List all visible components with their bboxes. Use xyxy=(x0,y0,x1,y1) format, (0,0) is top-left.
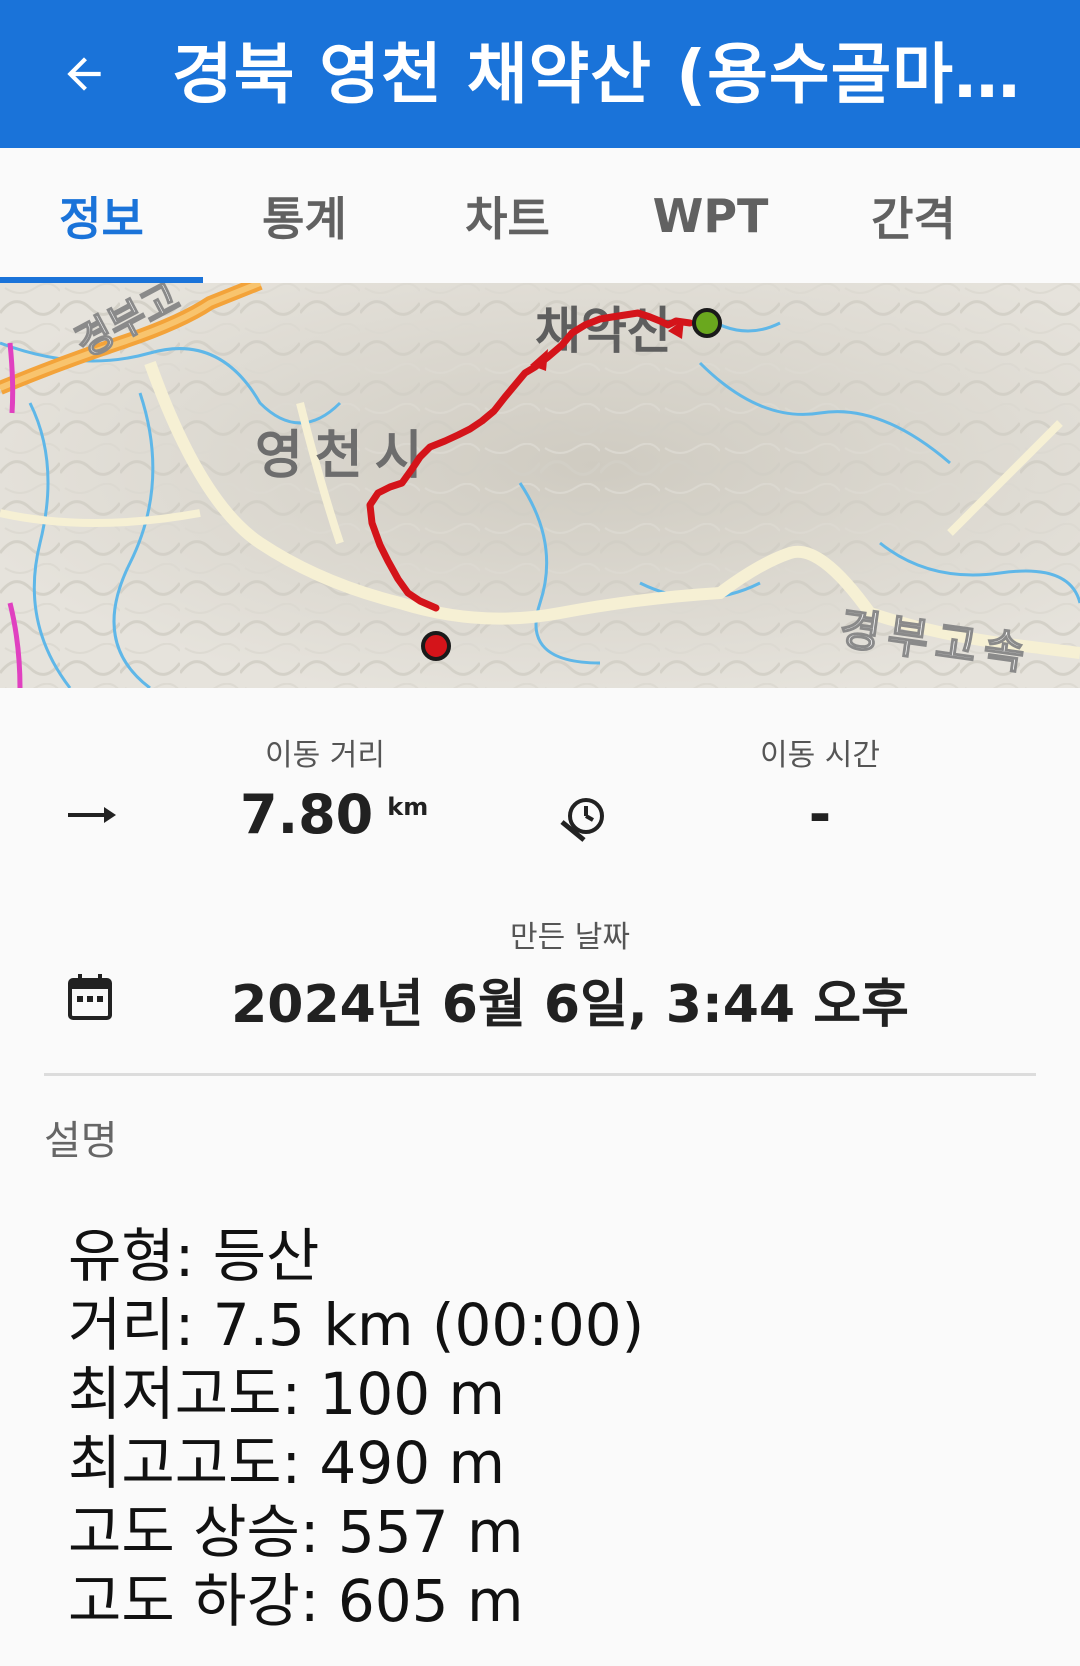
calendar-icon xyxy=(64,970,116,1024)
tab-chart[interactable]: 차트 xyxy=(406,148,609,283)
description-line-max-elevation: 최고고도: 490 m xyxy=(68,1429,506,1497)
moving-time-value: - xyxy=(808,783,832,846)
tab-bar: 정보 통계 차트 WPT 간격 xyxy=(0,148,1080,283)
back-button[interactable] xyxy=(44,34,124,114)
moving-time-label: 이동 시간 xyxy=(760,738,880,773)
description-line-type: 유형: 등산 xyxy=(68,1222,320,1290)
arrow-left-icon xyxy=(67,57,101,91)
distance-number: 7.80 xyxy=(240,783,374,846)
distance-value: 7.80 km xyxy=(240,783,500,846)
timer-icon xyxy=(556,790,612,846)
map-canvas: 경부고 영천시 채약산 경부고속 xyxy=(0,283,1080,688)
tab-info[interactable]: 정보 xyxy=(0,148,203,283)
tab-stats[interactable]: 통계 xyxy=(203,148,406,283)
description-line-min-elevation: 최저고도: 100 m xyxy=(68,1360,506,1428)
description-line-ascent: 고도 상승: 557 m xyxy=(68,1498,524,1566)
app-bar: 경북 영천 채약산 (용수골마... xyxy=(0,0,1080,148)
distance-label: 이동 거리 xyxy=(265,738,385,773)
description-line-distance: 거리: 7.5 km (00:00) xyxy=(68,1291,645,1359)
track-end-marker[interactable] xyxy=(421,631,451,661)
track-start-marker[interactable] xyxy=(692,308,722,338)
tab-interval[interactable]: 간격 xyxy=(812,148,1015,283)
track-map[interactable]: 경부고 영천시 채약산 경부고속 xyxy=(0,283,1080,688)
created-date-value: 2024년 6월 6일, 3:44 오후 xyxy=(231,975,909,1035)
distance-unit: km xyxy=(387,793,429,821)
description-title: 설명 xyxy=(44,1118,118,1164)
page-title: 경북 영천 채약산 (용수골마... xyxy=(172,36,1032,113)
section-divider xyxy=(44,1073,1036,1076)
description-text: 유형: 등산 거리: 7.5 km (00:00) 최저고도: 100 m 최고… xyxy=(68,1222,1028,1636)
arrow-right-icon xyxy=(62,795,122,835)
created-date-label: 만든 날짜 xyxy=(510,920,630,955)
description-line-descent: 고도 하강: 605 m xyxy=(68,1567,524,1635)
tab-wpt[interactable]: WPT xyxy=(609,148,812,283)
